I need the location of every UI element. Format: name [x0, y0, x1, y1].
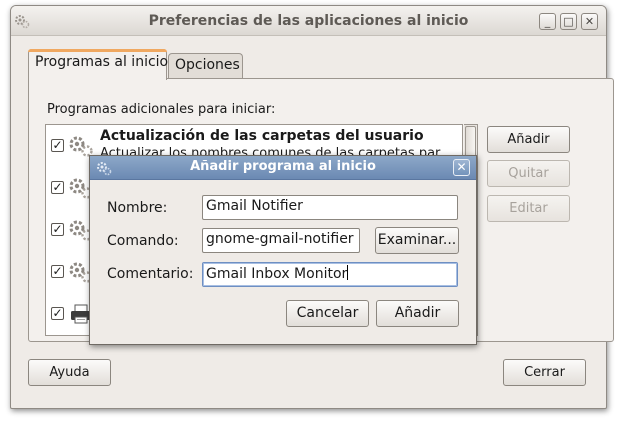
close-icon[interactable]: ✕ — [453, 159, 470, 176]
add-startup-program-dialog: Añadir programa al inicio ✕ Nombre: Gmai… — [89, 155, 477, 345]
minimize-button[interactable]: _ — [539, 13, 556, 30]
comment-field[interactable]: Gmail Inbox Monitor — [202, 262, 458, 287]
dialog-titlebar[interactable]: Añadir programa al inicio ✕ — [90, 156, 476, 180]
tab-opciones[interactable]: Opciones — [168, 53, 243, 78]
enabled-checkbox[interactable]: ✓ — [51, 307, 64, 320]
close-window-button[interactable]: Cerrar — [503, 359, 586, 386]
name-label: Nombre: — [107, 200, 168, 216]
enabled-checkbox[interactable]: ✓ — [51, 223, 64, 236]
window-titlebar[interactable]: Preferencias de las aplicaciones al inic… — [11, 6, 606, 36]
comment-text: Gmail Inbox Monitor — [206, 266, 348, 282]
programs-list-label: Programas adicionales para iniciar: — [47, 102, 276, 117]
cancel-button[interactable]: Cancelar — [286, 300, 369, 327]
remove-program-button[interactable]: Quitar — [487, 160, 570, 187]
name-field[interactable]: Gmail Notifier — [202, 195, 458, 220]
enabled-checkbox[interactable]: ✓ — [51, 139, 64, 152]
program-name: Actualización de las carpetas del usuari… — [100, 128, 424, 144]
help-button[interactable]: Ayuda — [28, 359, 111, 386]
comment-label: Comentario: — [107, 266, 194, 282]
window-title: Preferencias de las aplicaciones al inic… — [148, 13, 469, 29]
close-button[interactable]: ✕ — [581, 13, 598, 30]
text-caret — [347, 265, 349, 280]
browse-button[interactable]: Examinar... — [375, 227, 459, 254]
add-program-button[interactable]: Añadir — [487, 126, 570, 153]
edit-program-button[interactable]: Editar — [487, 195, 570, 222]
tab-programas-al-inicio[interactable]: Programas al inicio — [28, 49, 168, 80]
add-button[interactable]: Añadir — [376, 300, 459, 327]
enabled-checkbox[interactable]: ✓ — [51, 265, 64, 278]
command-label: Comando: — [107, 233, 179, 249]
enabled-checkbox[interactable]: ✓ — [51, 181, 64, 194]
maximize-button[interactable]: □ — [560, 13, 577, 30]
dialog-title: Añadir programa al inicio — [190, 159, 376, 174]
command-field[interactable]: gnome-gmail-notifier — [202, 228, 360, 253]
